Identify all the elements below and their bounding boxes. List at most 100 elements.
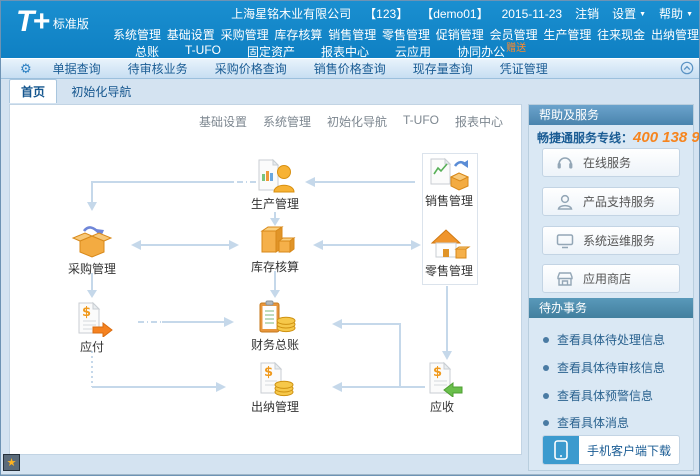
caret-down-icon: ▼ <box>686 11 693 18</box>
todo-link-pending[interactable]: 查看具体待处理信息 <box>543 331 665 348</box>
collaboration-label: 协同办公 <box>457 45 505 59</box>
toolbar-item-stock-query[interactable]: 现存量查询 <box>413 60 473 77</box>
toolbar-item-pending-audit[interactable]: 待审核业务 <box>128 60 188 77</box>
flow-node-ledger[interactable]: 财务总账 <box>240 299 310 353</box>
phone-icon <box>543 436 579 464</box>
svg-text:$: $ <box>433 365 442 380</box>
service-button-system-ops[interactable]: 系统运维服务 <box>542 226 680 255</box>
todo-link-label: 查看具体待处理信息 <box>557 331 665 348</box>
toolbar-item-sales-price-query[interactable]: 销售价格查询 <box>314 60 386 77</box>
username: 【demo01】 <box>421 5 488 22</box>
node-label: 财务总账 <box>240 336 310 353</box>
node-label: 应收 <box>407 398 477 415</box>
flow-node-production[interactable]: 生产管理 <box>240 158 310 212</box>
node-label: 出纳管理 <box>240 398 310 415</box>
menu-member[interactable]: 会员管理 <box>490 26 538 43</box>
toolbar-item-purchase-price-query[interactable]: 采购价格查询 <box>215 60 287 77</box>
payable-icon: $ <box>70 301 114 337</box>
service-button-label: 应用商店 <box>583 270 631 287</box>
purchase-icon <box>70 223 114 259</box>
mobile-download-button[interactable]: 手机客户端下载 <box>542 435 680 465</box>
account-code: 【123】 <box>364 5 408 22</box>
help-sidebar: 帮助及服务 畅捷通服务专线：400 138 9588 在线服务 产品支持服务 <box>528 104 694 471</box>
node-label: 库存核算 <box>240 258 310 275</box>
gear-icon[interactable]: ⚙ <box>20 62 32 75</box>
sales-icon <box>427 155 471 191</box>
toolbar-items: 单据查询 待审核业务 采购价格查询 销售价格查询 现存量查询 凭证管理 <box>53 60 548 77</box>
flow-node-payable[interactable]: $ 应付 <box>57 301 127 355</box>
todo-header: 待办事务 <box>529 298 693 318</box>
caret-down-icon: ▼ <box>639 11 646 18</box>
production-icon <box>253 158 297 194</box>
tab-bar: 首页 初始化导航 <box>1 79 700 100</box>
node-label: 应付 <box>57 338 127 355</box>
ledger-icon <box>253 299 297 335</box>
menu-cashier[interactable]: 出纳管理 <box>651 26 699 43</box>
app-logo: T+标准版 <box>16 5 84 39</box>
todo-link-label: 查看具体待审核信息 <box>557 359 665 376</box>
service-button-product-support[interactable]: 产品支持服务 <box>542 187 680 216</box>
tab-init-nav[interactable]: 初始化导航 <box>60 80 142 103</box>
toolbar-item-doc-query[interactable]: 单据查询 <box>53 60 101 77</box>
menu-retail[interactable]: 零售管理 <box>382 26 430 43</box>
help-label: 帮助 <box>659 7 683 21</box>
home-canvas: 基础设置 系统管理 初始化导航 T-UFO 报表中心 <box>9 104 522 455</box>
help-menu[interactable]: 帮助▼ <box>659 5 693 22</box>
inventory-icon <box>253 221 297 257</box>
gift-badge: 赠送 <box>506 43 526 54</box>
bullet-icon <box>543 393 549 399</box>
service-button-app-store[interactable]: 应用商店 <box>542 264 680 293</box>
todo-link-audit[interactable]: 查看具体待审核信息 <box>543 359 665 376</box>
monitor-icon <box>556 233 574 249</box>
menu-promotion[interactable]: 促销管理 <box>436 26 484 43</box>
flow-node-receivable[interactable]: $ 应收 <box>407 361 477 415</box>
bullet-icon <box>543 365 549 371</box>
flow-node-retail[interactable]: 零售管理 <box>414 225 484 279</box>
menu-purchase[interactable]: 采购管理 <box>221 26 269 43</box>
tplus-window: T+标准版 上海星铭木业有限公司 【123】 【demo01】 2015-11-… <box>0 0 700 476</box>
help-services-header: 帮助及服务 <box>529 105 693 125</box>
menu-sales[interactable]: 销售管理 <box>328 26 376 43</box>
menu-inventory[interactable]: 库存核算 <box>274 26 322 43</box>
tab-home[interactable]: 首页 <box>9 79 57 103</box>
service-button-online[interactable]: 在线服务 <box>542 148 680 177</box>
person-icon <box>556 194 574 210</box>
download-label: 手机客户端下载 <box>579 436 679 464</box>
retail-icon <box>427 225 471 261</box>
receivable-icon: $ <box>420 361 464 397</box>
todo-link-alerts[interactable]: 查看具体预警信息 <box>543 387 653 404</box>
todo-link-messages[interactable]: 查看具体消息 <box>543 414 629 431</box>
topbar: 上海星铭木业有限公司 【123】 【demo01】 2015-11-23 注销 … <box>231 5 693 22</box>
flow-node-inventory[interactable]: 库存核算 <box>240 221 310 275</box>
menu-system[interactable]: 系统管理 <box>113 26 161 43</box>
flow-node-cashier[interactable]: $ 出纳管理 <box>240 361 310 415</box>
flow-node-purchase[interactable]: 采购管理 <box>57 223 127 277</box>
settings-menu[interactable]: 设置▼ <box>612 5 646 22</box>
node-label: 采购管理 <box>57 260 127 277</box>
logo-text: T+ <box>16 5 48 38</box>
service-hotline: 畅捷通服务专线：400 138 9588 <box>537 129 700 146</box>
main-menu-row1: 系统管理 基础设置 采购管理 库存核算 销售管理 零售管理 促销管理 会员管理 … <box>113 26 699 43</box>
node-label: 零售管理 <box>414 262 484 279</box>
menu-production[interactable]: 生产管理 <box>543 26 591 43</box>
flow-node-sales[interactable]: 销售管理 <box>414 155 484 209</box>
store-icon <box>556 271 574 287</box>
edition-label: 标准版 <box>53 17 89 31</box>
favorite-star-icon[interactable]: ★ <box>3 454 20 471</box>
company-name: 上海星铭木业有限公司 <box>231 5 351 22</box>
collapse-toolbar-icon[interactable] <box>680 61 694 78</box>
svg-text:$: $ <box>82 305 91 320</box>
node-label: 销售管理 <box>414 192 484 209</box>
logout-link[interactable]: 注销 <box>575 5 599 22</box>
toolbar-item-voucher-mgmt[interactable]: 凭证管理 <box>500 60 548 77</box>
menu-cash[interactable]: 往来现金 <box>597 26 645 43</box>
current-date: 2015-11-23 <box>502 7 563 21</box>
menu-basic-settings[interactable]: 基础设置 <box>167 26 215 43</box>
settings-label: 设置 <box>612 7 636 21</box>
svg-text:$: $ <box>264 365 273 380</box>
hotline-label: 畅捷通服务专线： <box>537 131 633 145</box>
service-button-label: 系统运维服务 <box>583 232 655 249</box>
hotline-number: 400 138 9588 <box>633 129 700 146</box>
todo-link-label: 查看具体消息 <box>557 414 629 431</box>
headset-icon <box>556 155 574 171</box>
